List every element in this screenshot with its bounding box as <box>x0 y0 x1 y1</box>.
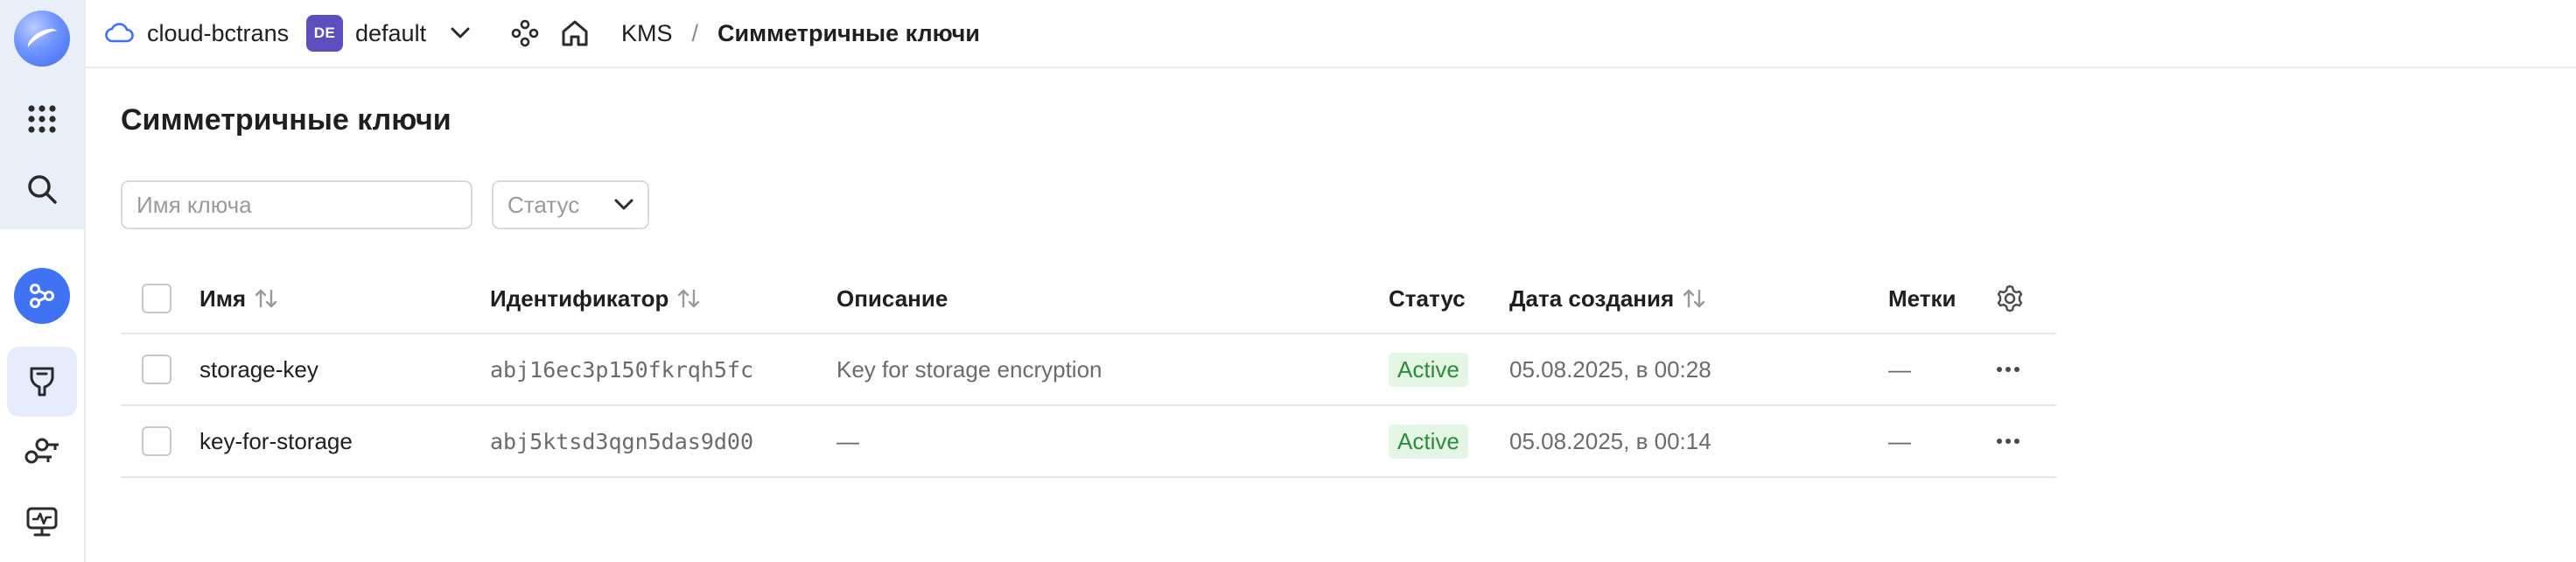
key-description: — <box>836 427 859 454</box>
cloud-logo[interactable] <box>9 5 75 72</box>
created-date: 05.08.2025, в 00:28 <box>1509 355 1712 383</box>
column-created[interactable]: Дата создания <box>1509 264 1707 333</box>
keys-icon <box>24 438 59 464</box>
key-id: abj16ec3p150fkrqh5fc <box>490 356 754 383</box>
created-date: 05.08.2025, в 00:14 <box>1509 427 1712 454</box>
breadcrumb-separator: / <box>691 19 699 46</box>
status-cell: Active <box>1389 406 1468 476</box>
resource-manager-button[interactable] <box>7 261 77 331</box>
select-all-checkbox[interactable] <box>142 284 172 313</box>
breadcrumb-current: Симметричные ключи <box>718 19 980 46</box>
top-bar: cloud-bctrans DE default KMS / Симметрич… <box>86 0 2576 68</box>
services-map-button[interactable] <box>511 0 539 67</box>
home-icon <box>562 20 588 46</box>
labels-value: — <box>1888 355 1911 383</box>
key-name-filter[interactable]: Имя ключа <box>121 180 472 229</box>
home-button[interactable] <box>560 0 590 67</box>
asymmetric-keys-nav[interactable] <box>7 417 77 487</box>
row-actions-button[interactable] <box>1997 334 2020 404</box>
column-labels: Метки <box>1888 285 1956 312</box>
breadcrumb: KMS / Симметричные ключи <box>621 0 980 67</box>
row-checkbox[interactable] <box>142 355 172 384</box>
select-all-cell <box>142 264 172 333</box>
search-button[interactable] <box>7 154 77 224</box>
sort-icon <box>1681 288 1707 309</box>
folder-selector[interactable]: DE default <box>306 0 470 67</box>
column-description: Описание <box>836 285 948 312</box>
labels-value: — <box>1888 427 1911 454</box>
status-filter[interactable]: Статус <box>492 180 649 229</box>
logo-icon <box>14 11 70 67</box>
grid-icon <box>28 105 56 133</box>
key-name[interactable]: key-for-storage <box>200 406 353 476</box>
more-icon <box>1997 367 2020 372</box>
folder-name: default <box>355 19 427 46</box>
key-icon <box>30 367 54 397</box>
row-checkbox-cell <box>142 406 172 476</box>
chevron-down-icon <box>614 199 634 210</box>
breadcrumb-kms[interactable]: KMS <box>621 20 673 47</box>
more-icon <box>1997 439 2020 444</box>
status-badge: Active <box>1389 352 1468 387</box>
search-icon <box>28 175 57 204</box>
monitor-icon <box>26 507 58 537</box>
cloud-selector[interactable]: cloud-bctrans <box>105 0 289 67</box>
column-status: Статус <box>1389 285 1466 312</box>
row-checkbox[interactable] <box>142 426 172 456</box>
sort-icon <box>253 288 279 309</box>
status-badge: Active <box>1389 424 1468 459</box>
gear-icon <box>1997 285 2023 313</box>
column-name-label: Имя <box>200 285 247 312</box>
table-row[interactable]: storage-key abj16ec3p150fkrqh5fc Key for… <box>121 334 2056 406</box>
column-id[interactable]: Идентификатор <box>490 264 702 333</box>
table-row[interactable]: key-for-storage abj5ktsd3qgn5das9d00 — A… <box>121 406 2056 478</box>
page-title: Симметричные ключи <box>121 103 452 137</box>
nodes-icon <box>511 19 539 47</box>
key-name-placeholder: Имя ключа <box>136 191 252 218</box>
left-rail <box>0 0 86 562</box>
table-settings-button[interactable] <box>1995 264 2025 333</box>
nodes-icon <box>30 284 54 308</box>
folder-badge: DE <box>306 15 343 52</box>
key-id: abj5ktsd3qgn5das9d00 <box>490 428 754 454</box>
cloud-name: cloud-bctrans <box>147 19 290 46</box>
status-placeholder: Статус <box>508 191 580 218</box>
keys-table: Имя Идентификатор Описание Статус Дата с… <box>121 264 2056 478</box>
chevron-down-icon <box>451 27 470 39</box>
key-name[interactable]: storage-key <box>200 334 318 404</box>
symmetric-keys-nav[interactable] <box>7 347 77 417</box>
all-services-button[interactable] <box>7 84 77 154</box>
status-cell: Active <box>1389 334 1468 404</box>
services-badge <box>14 268 70 324</box>
column-id-label: Идентификатор <box>490 285 669 312</box>
table-header: Имя Идентификатор Описание Статус Дата с… <box>121 264 2056 334</box>
key-description: Key for storage encryption <box>836 355 1102 383</box>
column-created-label: Дата создания <box>1509 285 1675 312</box>
monitoring-nav[interactable] <box>7 487 77 557</box>
sort-icon <box>676 288 702 309</box>
column-name[interactable]: Имя <box>200 264 279 333</box>
row-actions-button[interactable] <box>1997 406 2020 476</box>
row-checkbox-cell <box>142 334 172 404</box>
cloud-icon <box>105 23 134 43</box>
